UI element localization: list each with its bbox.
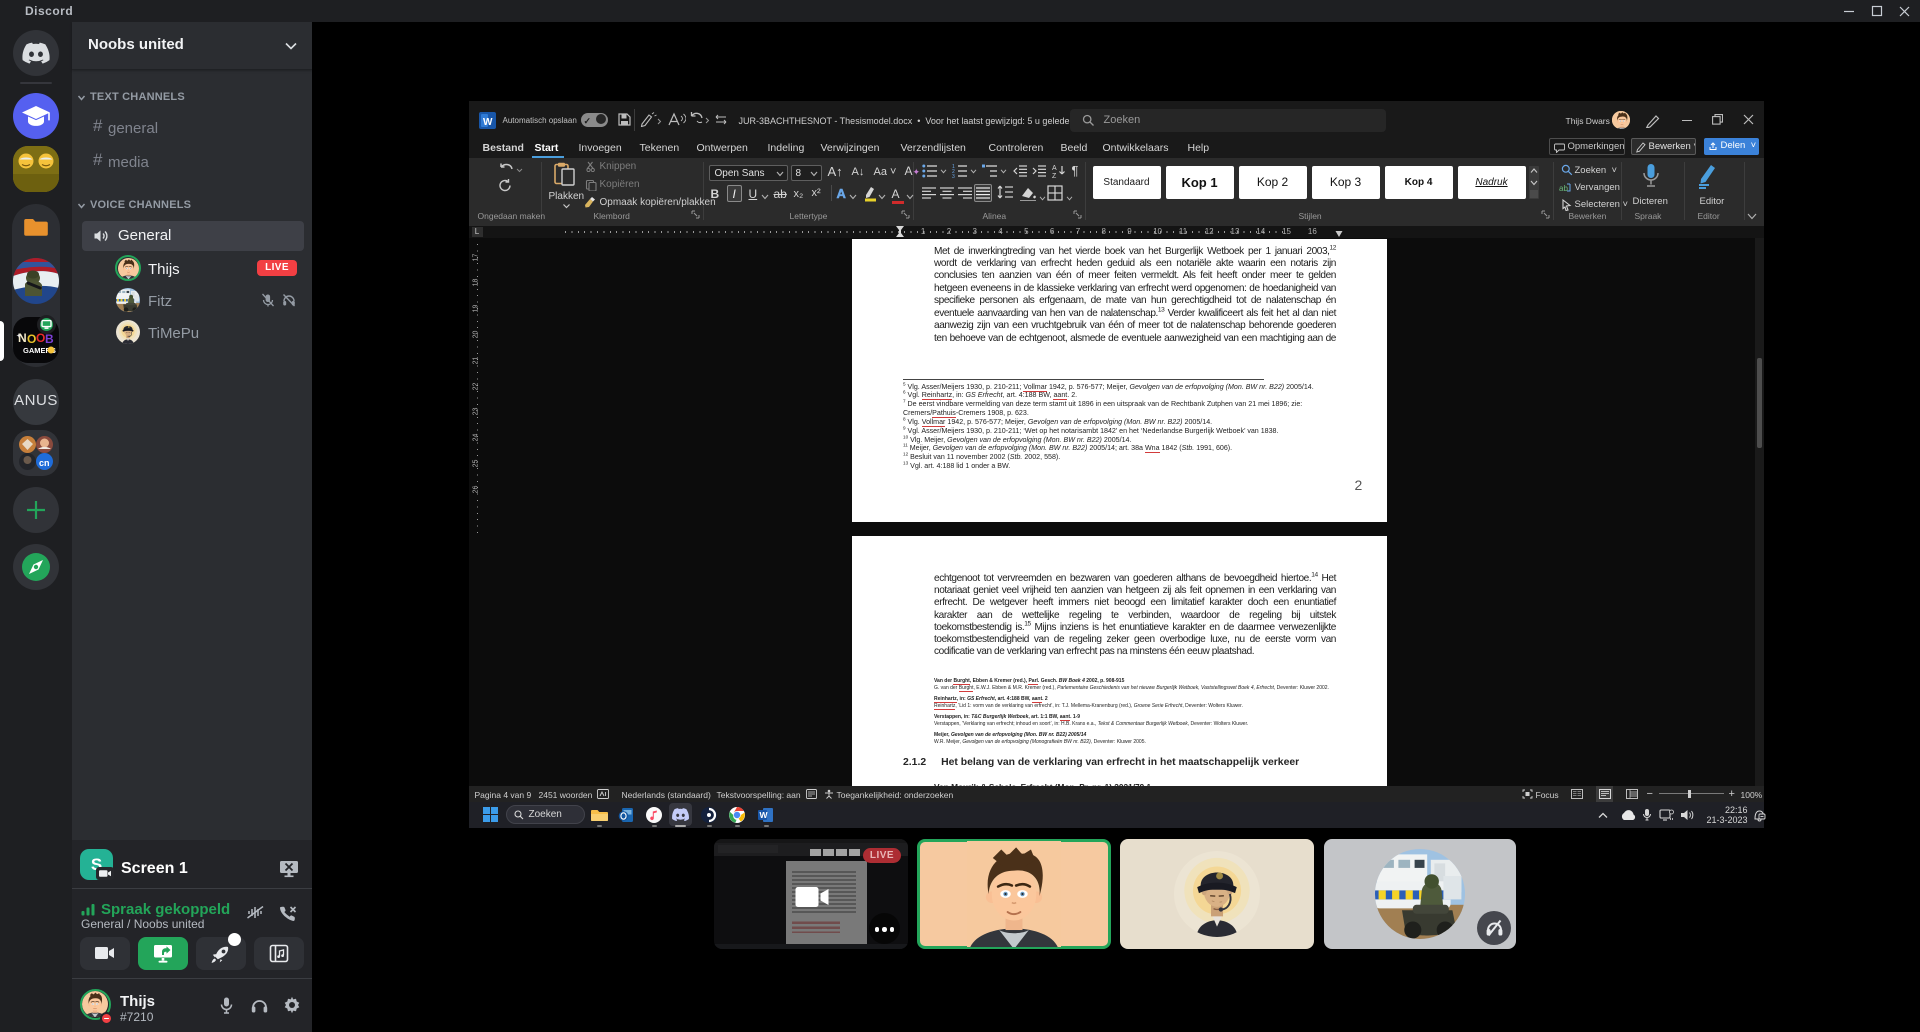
svg-text:ab: ab bbox=[1559, 184, 1568, 193]
svg-text:Z: Z bbox=[1052, 173, 1057, 178]
svg-text:W: W bbox=[483, 117, 493, 128]
svg-text:3: 3 bbox=[952, 174, 955, 178]
svg-text:cn: cn bbox=[39, 458, 50, 468]
svg-text:A: A bbox=[1052, 165, 1057, 172]
svg-text:W: W bbox=[759, 810, 768, 820]
svg-text:O: O bbox=[27, 332, 36, 346]
svg-text:B: B bbox=[45, 332, 54, 346]
svg-text:✦: ✦ bbox=[16, 332, 22, 340]
